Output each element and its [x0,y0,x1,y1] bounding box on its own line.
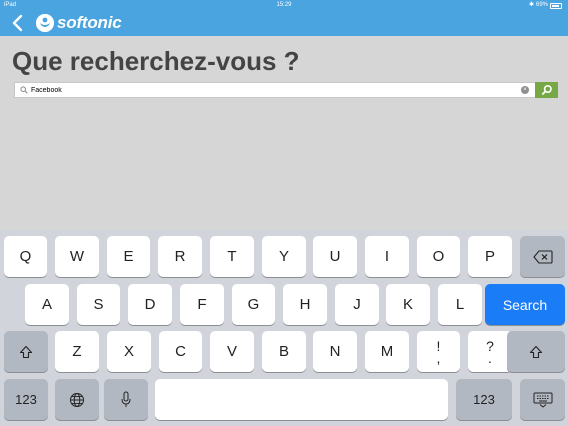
key-h[interactable]: H [283,284,327,325]
search-submit-button[interactable] [535,82,558,98]
shift-icon [19,345,33,358]
app-header: iPad 15:29 ✱ 69% softonic [0,0,568,36]
key-e[interactable]: E [107,236,150,277]
battery-percent: 69% [535,2,548,8]
backspace-key[interactable] [520,236,565,277]
key-f[interactable]: F [180,284,224,325]
status-bar: iPad 15:29 ✱ 69% [0,0,568,11]
search-field[interactable]: × [14,82,535,98]
key-x[interactable]: X [107,331,151,372]
battery-status: ✱ 69% [529,0,562,11]
brand-name: softonic [57,13,122,32]
clear-icon[interactable]: × [521,86,529,94]
key-n[interactable]: N [313,331,357,372]
key-t[interactable]: T [210,236,254,277]
status-time: 15:29 [276,2,292,8]
key-exclamation-comma[interactable]: !, [417,331,460,372]
page-title: Que recherchez-vous ? [12,46,300,76]
battery-icon [550,2,562,9]
key-b[interactable]: B [262,331,306,372]
key-w[interactable]: W [55,236,99,277]
softonic-logo: softonic [36,13,122,33]
key-s[interactable]: S [77,284,120,325]
numbers-key-left[interactable]: 123 [4,379,48,420]
key-question-period[interactable]: ?. [468,331,512,372]
microphone-icon [121,391,131,407]
key-p[interactable]: P [468,236,512,277]
key-y[interactable]: Y [262,236,306,277]
key-l[interactable]: L [438,284,482,325]
keyboard-dismiss-icon [533,392,552,408]
search-page: Que recherchez-vous ? × [0,36,568,230]
backspace-icon [532,249,553,264]
globe-icon [70,392,84,407]
shift-key-left[interactable] [4,331,48,372]
shift-key-right[interactable] [507,331,565,372]
search-input[interactable] [31,83,511,97]
key-period: . [488,349,492,366]
key-v[interactable]: V [210,331,254,372]
shift-icon [529,345,543,358]
dictation-key[interactable] [104,379,148,420]
search-bar: × [14,82,558,98]
key-r[interactable]: R [158,236,202,277]
back-arrow-icon[interactable] [10,13,26,33]
key-i[interactable]: I [365,236,409,277]
key-a[interactable]: A [25,284,69,325]
onscreen-keyboard: Q W E R T Y U I O P A S D F G H J K L Se… [0,230,568,426]
bluetooth-icon: ✱ [528,2,534,8]
key-m[interactable]: M [365,331,409,372]
key-d[interactable]: D [128,284,172,325]
key-z[interactable]: Z [55,331,99,372]
key-g[interactable]: G [232,284,275,325]
key-c[interactable]: C [159,331,202,372]
key-j[interactable]: J [335,284,379,325]
key-comma: , [436,349,441,366]
nav-bar: softonic [0,11,568,36]
key-u[interactable]: U [313,236,357,277]
globe-key[interactable] [55,379,99,420]
softonic-logo-icon [36,14,54,32]
key-o[interactable]: O [417,236,460,277]
numbers-key-right[interactable]: 123 [456,379,512,420]
hide-keyboard-key[interactable] [520,379,565,420]
space-key[interactable] [155,379,448,420]
search-key[interactable]: Search [485,284,565,325]
key-q[interactable]: Q [4,236,47,277]
search-icon [20,86,28,94]
search-go-icon [541,84,552,95]
key-k[interactable]: K [386,284,430,325]
